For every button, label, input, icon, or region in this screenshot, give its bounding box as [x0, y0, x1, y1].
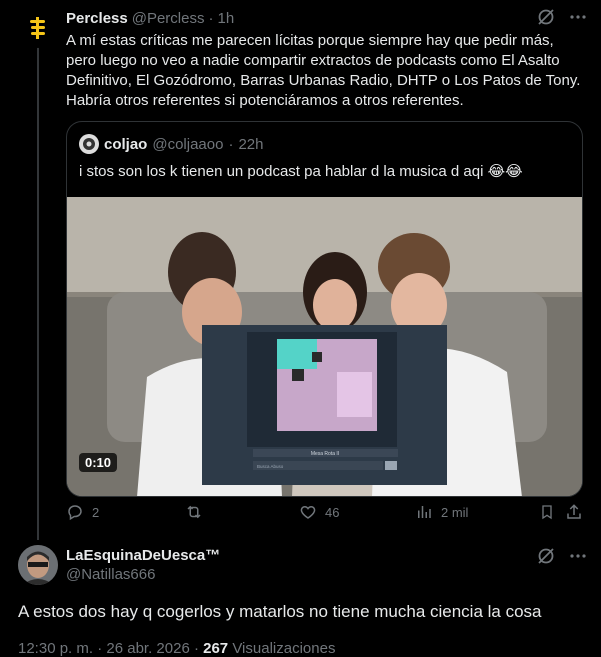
avatar-icon	[83, 138, 95, 150]
like-button[interactable]: 46	[299, 503, 415, 521]
like-icon	[300, 505, 316, 519]
author-name[interactable]: Percless	[66, 10, 128, 27]
quote-avatar[interactable]	[79, 134, 99, 154]
quote-author-name[interactable]: coljao	[104, 136, 147, 153]
views-button[interactable]: 2 mil	[415, 503, 539, 521]
reply-icon	[68, 505, 82, 521]
action-bar: 2 46 2 mil	[66, 501, 588, 523]
reply-avatar[interactable]	[18, 545, 58, 585]
quote-time[interactable]: 22h	[238, 136, 263, 153]
grok-icon[interactable]	[537, 547, 555, 565]
bookmark-button[interactable]	[539, 503, 565, 521]
reply-timestamp[interactable]: 12:30 p. m. · 26 abr. 2026 ·	[18, 640, 203, 657]
reply-tools	[537, 547, 587, 565]
like-count: 46	[325, 504, 340, 520]
video-frame: Mesa Rota II Busca Abuso	[67, 197, 582, 496]
separator: ·	[228, 135, 234, 153]
screen-title: Mesa Rota II	[311, 451, 339, 457]
avatar-photo	[18, 545, 58, 585]
reply-meta: 12:30 p. m. · 26 abr. 2026 · 267 Visuali…	[18, 640, 335, 657]
share-icon	[567, 504, 581, 519]
post-time[interactable]: 1h	[217, 10, 234, 27]
thread-line	[37, 46, 39, 540]
avatar[interactable]	[18, 8, 58, 48]
reply-views-count: 267	[203, 640, 229, 657]
reply-author-handle[interactable]: @Natillas666	[66, 566, 155, 583]
grok-icon[interactable]	[537, 8, 555, 26]
separator: ·	[208, 9, 214, 27]
reply-author-name[interactable]: LaEsquinaDeUesca™	[66, 547, 220, 564]
reply-body: A estos dos hay q cogerlos y matarlos no…	[18, 602, 542, 621]
author-handle[interactable]: @Percless	[132, 10, 205, 27]
quote-author-handle[interactable]: @coljaaoo	[152, 136, 223, 153]
post-body: A mí estas críticas me parecen lícitas p…	[66, 32, 581, 109]
views-count: 2 mil	[441, 504, 469, 520]
reply-count: 2	[92, 504, 100, 520]
reply-button[interactable]: 2	[66, 503, 184, 521]
post-header: Percless @Percless · 1h	[66, 8, 234, 28]
bookmark-icon	[542, 505, 552, 520]
quote-body: i stos son los k tienen un podcast pa ha…	[79, 163, 523, 180]
screen-input: Busca Abuso	[257, 464, 284, 469]
more-icon[interactable]	[569, 547, 587, 565]
post-tools	[537, 8, 587, 26]
repost-button[interactable]	[184, 503, 299, 521]
reply-views-label: Visualizaciones	[228, 640, 336, 657]
repost-icon	[187, 505, 201, 519]
percless-logo-icon	[30, 17, 45, 39]
more-icon[interactable]	[569, 8, 587, 26]
quoted-post[interactable]: coljao @coljaaoo · 22h i stos son los k …	[66, 121, 583, 497]
share-button[interactable]	[565, 503, 585, 521]
video-duration: 0:10	[79, 453, 118, 472]
views-icon	[418, 506, 431, 518]
video-player[interactable]: Mesa Rota II Busca Abuso 0:10	[67, 197, 582, 496]
quote-header: coljao @coljaaoo · 22h	[79, 134, 264, 154]
